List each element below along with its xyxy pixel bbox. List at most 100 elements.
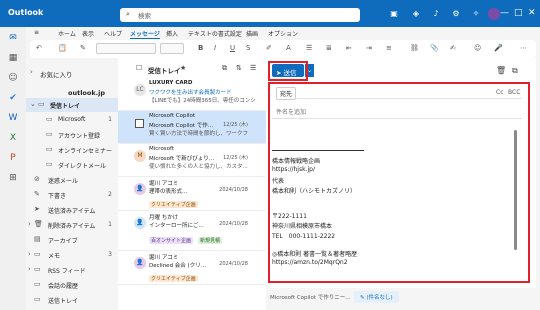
bold-icon[interactable]: B (198, 44, 203, 52)
todo-icon[interactable]: ✔ (7, 93, 19, 105)
close-icon[interactable]: ✕ (528, 8, 536, 18)
powerpoint-icon[interactable]: P (7, 153, 19, 165)
list-item[interactable]: M Microsoft Microsoft で新びびょり… 12/25 (木) … (118, 144, 266, 177)
folder-rss[interactable]: › ▭ RSS フィード (26, 263, 118, 277)
signature-icon[interactable]: ✍ (450, 44, 456, 52)
list-item[interactable]: LC LUXURY CARD ワクワクを生み出す会員製カード 【LINEでも】2… (118, 78, 266, 111)
underline-icon[interactable]: U (230, 44, 235, 52)
format-painter-icon[interactable]: ✎ (80, 44, 86, 52)
emoji-icon[interactable]: ☺ (474, 44, 481, 52)
apps-icon[interactable]: ⊞ (7, 173, 19, 185)
search-input[interactable]: ⌕ 検索 (120, 8, 360, 22)
star-icon[interactable]: ★ (180, 64, 186, 72)
calendar-icon[interactable]: ▦ (7, 53, 19, 65)
sender-avatar: 👤 (134, 217, 146, 229)
checkbox-icon[interactable]: ☐ (136, 64, 142, 72)
people-icon[interactable]: ☺ (7, 73, 19, 85)
ribbon-menu-icon[interactable]: ≡ (34, 29, 39, 36)
sender-avatar: 👤 (134, 183, 146, 195)
indent-increase-icon[interactable]: ⇥ (366, 44, 372, 52)
folder-archive[interactable]: ▤ アーカイブ (26, 233, 118, 247)
mail-icon[interactable]: ✉ (7, 33, 19, 45)
folder-online-seminar[interactable]: ▭ オンラインセミナー (26, 143, 118, 157)
message-date: 12/25 (木) (223, 122, 248, 128)
tab-format-text[interactable]: テキストの書式設定 (188, 29, 242, 38)
font-name-dropdown[interactable] (96, 43, 156, 54)
tab-insert[interactable]: 挿入 (166, 29, 178, 38)
dictate-icon[interactable]: 🎤 (494, 44, 503, 52)
draft-tab-active[interactable]: ✎ (件名なし) (354, 291, 399, 303)
list-item[interactable]: 👤 月曜 ちかけ インターロー所にご… 2024/10/28 百オンサイト企画 … (118, 211, 266, 251)
meet-icon[interactable]: ▣ (388, 9, 400, 19)
italic-icon[interactable]: I (214, 44, 216, 52)
folder-inbox[interactable]: ⌄ ▭ 受信トレイ (26, 98, 118, 112)
numbering-icon[interactable]: ≣ (326, 44, 332, 52)
folder-label: 送信済みアイテム (48, 208, 96, 215)
link-icon[interactable]: ⛓ (410, 44, 419, 52)
trash-icon[interactable]: 🗑 (496, 66, 506, 75)
folder-notes[interactable]: › ▭ メモ 3 (26, 248, 118, 262)
bell-icon[interactable]: ♪ (430, 9, 442, 19)
attach-icon[interactable]: 📎 (430, 44, 439, 52)
folder-direct-mail[interactable]: ▭ ダイレクトメール (26, 158, 118, 172)
word-icon[interactable]: W (7, 113, 19, 125)
font-size-dropdown[interactable] (160, 43, 184, 54)
list-item[interactable]: 👤 堀川 アコミ 理帯の表形式… 2024/10/28 クリエイティブ企画 (118, 177, 266, 211)
folder-junk[interactable]: ⊘ 迷惑メール (26, 173, 118, 187)
folder-label: RSS フィード (48, 268, 86, 275)
folder-icon: ▭ (34, 280, 41, 288)
copy-icon[interactable]: ⧉ (222, 64, 227, 73)
tab-draw[interactable]: 描画 (246, 29, 258, 38)
folder-label: 削除済みアイテム (48, 223, 96, 230)
folder-account-registration[interactable]: ▭ アカウント登録 (26, 128, 118, 142)
excel-icon[interactable]: X (7, 133, 19, 145)
folder-pane: › お気に入り outlook.jp ⌄ ▭ 受信トレイ ▭ Microsoft… (26, 58, 118, 310)
message-preview: 賢く賢い方法で時間を節約し、ワークフ (149, 131, 249, 137)
folder-label: 下書き (48, 193, 67, 200)
tab-help[interactable]: ヘルプ (104, 29, 122, 38)
list-item[interactable]: 👤 堀川 アコミ Declined 会合 (クリ… 2024/10/28 クリエ… (118, 251, 266, 285)
strikethrough-icon[interactable]: S (246, 44, 250, 52)
gear-icon[interactable]: ⚙ (450, 9, 462, 19)
sort-icon[interactable]: ⇅ (236, 64, 242, 72)
sender-avatar: M (134, 150, 146, 162)
megaphone-icon[interactable]: ◈ (410, 9, 422, 19)
folder-conversation-history[interactable]: ▭ 会話の履歴 (26, 278, 118, 292)
avatar[interactable] (488, 8, 500, 20)
folder-label: 会話の履歴 (48, 283, 79, 290)
maximize-icon[interactable]: □ (514, 8, 523, 18)
message-checkbox[interactable] (135, 119, 144, 128)
favorites-header[interactable]: › お気に入り (26, 66, 118, 80)
folder-drafts[interactable]: ✎ 下書き 2 (26, 188, 118, 202)
font-color-icon[interactable]: A (286, 44, 291, 52)
more-icon[interactable]: ⋯ (520, 44, 527, 52)
tab-options[interactable]: オプション (268, 29, 298, 38)
lightbulb-icon[interactable]: ✧ (470, 9, 482, 19)
message-preview: 使い慣れた多くの人と協力し、カスタ... (149, 164, 248, 170)
folder-microsoft[interactable]: ▭ Microsoft 1 (26, 113, 118, 127)
filter-icon[interactable]: ☰ (250, 64, 256, 72)
folder-deleted[interactable]: › 🗑 削除済みアイテム 1 (26, 218, 118, 232)
highlight-icon[interactable]: ✐ (266, 44, 272, 52)
message-date: 2024/10/28 (219, 187, 248, 193)
bullets-icon[interactable]: ☰ (306, 44, 312, 52)
list-item[interactable]: Microsoft Copilot Microsoft Copilot で作..… (118, 111, 266, 144)
tab-view[interactable]: 表示 (82, 29, 94, 38)
message-date: 2024/10/28 (219, 261, 248, 267)
tab-home[interactable]: ホーム (58, 29, 76, 38)
popout-icon[interactable]: ⧉ (512, 66, 518, 76)
minimize-icon[interactable]: — (500, 8, 509, 18)
ribbon-tabs: ≡ ホーム 表示 ヘルプ メッセージ 挿入 テキストの書式設定 描画 オプション (26, 27, 540, 40)
clipboard-icon[interactable]: 📋 (58, 44, 67, 52)
undo-icon[interactable]: ↶ (36, 44, 42, 52)
draft-tab[interactable]: Microsoft Copilot で作りニー... (270, 293, 351, 301)
folder-count: 1 (108, 221, 112, 228)
tab-message[interactable]: メッセージ (130, 29, 160, 38)
inbox-icon: ▭ (38, 100, 45, 108)
indent-decrease-icon[interactable]: ⇤ (346, 44, 352, 52)
folder-label: 受信トレイ (50, 103, 81, 110)
align-icon[interactable]: ≡ (386, 44, 392, 52)
folder-label: 迷惑メール (48, 178, 79, 185)
folder-outbox[interactable]: ▭ 送信トレイ (26, 293, 118, 307)
folder-sent[interactable]: ➤ 送信済みアイテム (26, 203, 118, 217)
